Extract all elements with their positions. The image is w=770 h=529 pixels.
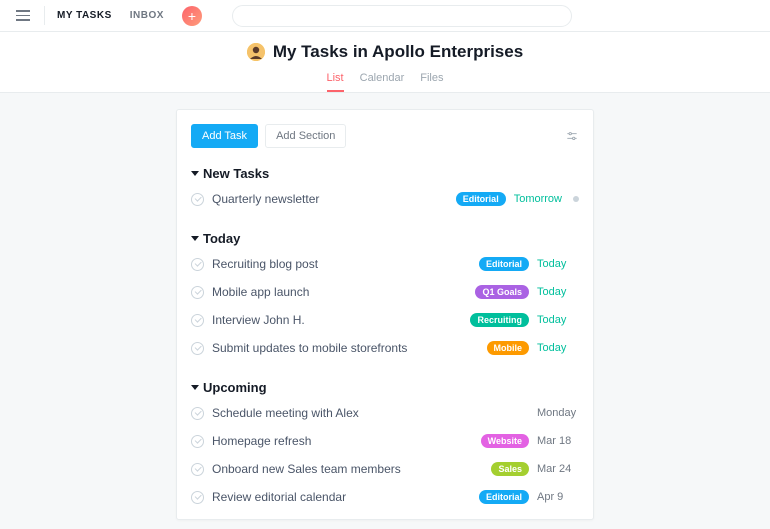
task-row[interactable]: Quarterly newsletter Editorial Tomorrow — [177, 185, 593, 213]
task-due-date: Mar 24 — [537, 463, 579, 475]
task-row[interactable]: Schedule meeting with Alex Monday — [177, 399, 593, 427]
section-header-new_tasks[interactable]: New Tasks — [177, 160, 593, 185]
add-section-button[interactable]: Add Section — [265, 124, 346, 148]
task-due-date: Today — [537, 286, 579, 298]
caret-down-icon — [191, 171, 199, 176]
task-tag[interactable]: Editorial — [479, 490, 529, 504]
task-row[interactable]: Interview John H. Recruiting Today — [177, 306, 593, 334]
task-row[interactable]: Review editorial calendar Editorial Apr 9 — [177, 483, 593, 511]
task-list-card: Add Task Add Section New Tasks Quarterly … — [176, 109, 594, 520]
section-header-today[interactable]: Today — [177, 225, 593, 250]
task-due-date: Today — [537, 314, 579, 326]
view-tabs: List Calendar Files — [0, 72, 770, 92]
task-due-date: Mar 18 — [537, 435, 579, 447]
top-bar: MY TASKS INBOX + — [0, 0, 770, 32]
section-title: Today — [203, 231, 240, 246]
task-row[interactable]: Recruiting blog post Editorial Today — [177, 250, 593, 278]
task-title: Submit updates to mobile storefronts — [212, 341, 479, 355]
task-due-date: Tomorrow — [514, 193, 562, 205]
task-tag[interactable]: Mobile — [487, 341, 530, 355]
complete-check-icon[interactable] — [191, 435, 204, 448]
task-title: Mobile app launch — [212, 285, 467, 299]
complete-check-icon[interactable] — [191, 286, 204, 299]
task-tag[interactable]: Website — [481, 434, 529, 448]
task-due-date: Today — [537, 258, 579, 270]
task-tag[interactable]: Editorial — [456, 192, 506, 206]
complete-check-icon[interactable] — [191, 342, 204, 355]
task-title: Interview John H. — [212, 313, 462, 327]
nav-my-tasks[interactable]: MY TASKS — [57, 10, 112, 21]
task-due-date: Apr 9 — [537, 491, 579, 503]
complete-check-icon[interactable] — [191, 491, 204, 504]
complete-check-icon[interactable] — [191, 258, 204, 271]
task-due-date: Monday — [537, 407, 579, 419]
page-title: My Tasks in Apollo Enterprises — [273, 42, 523, 62]
task-tag[interactable]: Q1 Goals — [475, 285, 529, 299]
task-tag[interactable]: Sales — [491, 462, 529, 476]
section-title: Upcoming — [203, 380, 267, 395]
complete-check-icon[interactable] — [191, 463, 204, 476]
complete-check-icon[interactable] — [191, 193, 204, 206]
task-due-date: Today — [537, 342, 579, 354]
page-header: My Tasks in Apollo Enterprises List Cale… — [0, 32, 770, 93]
task-tag[interactable]: Recruiting — [470, 313, 529, 327]
section-header-upcoming[interactable]: Upcoming — [177, 374, 593, 399]
task-tag[interactable]: Editorial — [479, 257, 529, 271]
task-row[interactable]: Homepage refresh Website Mar 18 — [177, 427, 593, 455]
task-title: Quarterly newsletter — [212, 192, 448, 206]
search-input[interactable] — [232, 5, 572, 27]
caret-down-icon — [191, 385, 199, 390]
task-row[interactable]: Onboard new Sales team members Sales Mar 2… — [177, 455, 593, 483]
nav-inbox[interactable]: INBOX — [130, 10, 164, 21]
section-title: New Tasks — [203, 166, 269, 181]
task-title: Onboard new Sales team members — [212, 462, 483, 476]
filter-icon[interactable] — [565, 129, 579, 143]
task-title: Review editorial calendar — [212, 490, 471, 504]
tab-files[interactable]: Files — [420, 72, 443, 92]
create-button[interactable]: + — [182, 6, 202, 26]
avatar — [247, 43, 265, 61]
complete-check-icon[interactable] — [191, 407, 204, 420]
task-title: Schedule meeting with Alex — [212, 406, 529, 420]
task-row[interactable]: Submit updates to mobile storefronts Mobi… — [177, 334, 593, 362]
caret-down-icon — [191, 236, 199, 241]
task-title: Recruiting blog post — [212, 257, 471, 271]
task-title: Homepage refresh — [212, 434, 473, 448]
add-task-button[interactable]: Add Task — [191, 124, 258, 148]
follow-indicator-icon — [573, 196, 579, 202]
tab-calendar[interactable]: Calendar — [360, 72, 405, 92]
menu-icon[interactable] — [12, 6, 45, 25]
tab-list[interactable]: List — [327, 72, 344, 92]
task-row[interactable]: Mobile app launch Q1 Goals Today — [177, 278, 593, 306]
complete-check-icon[interactable] — [191, 314, 204, 327]
